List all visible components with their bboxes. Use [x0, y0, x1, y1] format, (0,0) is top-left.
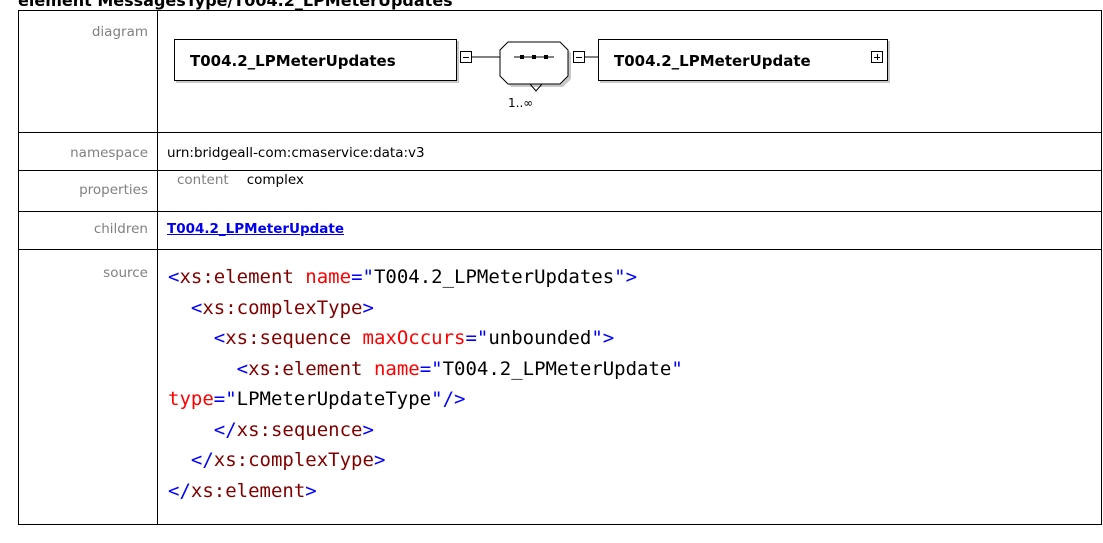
- row-source: source <xs:element name="T004.2_LPMeterU…: [18, 249, 1102, 525]
- element-box-label: T004.2_LPMeterUpdates: [190, 52, 396, 70]
- child-link-lpmeterupdate[interactable]: T004.2_LPMeterUpdate: [167, 221, 344, 237]
- element-box-lpmeterupdates[interactable]: T004.2_LPMeterUpdates: [174, 39, 457, 81]
- code-token: T004.2_LPMeterUpdate: [442, 357, 672, 380]
- child-box-label: T004.2_LPMeterUpdate: [614, 52, 811, 70]
- element-box-lpmeterupdate[interactable]: T004.2_LPMeterUpdate: [598, 39, 888, 81]
- code-token: =": [419, 357, 443, 380]
- code-token: <: [236, 357, 249, 380]
- source-label-cell: source: [18, 249, 158, 525]
- code-token: xs:element: [190, 479, 306, 502]
- code-token: type: [168, 388, 214, 410]
- code-token: LPMeterUpdateType: [236, 388, 432, 410]
- namespace-cell: urn:bridgeall-com:cmaservice:data:v3: [157, 132, 1102, 171]
- code-token: =": [351, 266, 374, 288]
- code-token: >: [362, 418, 374, 441]
- element-doc-table: diagram T004.2_LPMeterUpdates T004.2_LPM…: [18, 10, 1102, 525]
- property-key: content: [177, 172, 229, 188]
- code-token: >: [362, 296, 374, 319]
- collapse-icon[interactable]: [460, 51, 472, 63]
- code-token: </: [168, 479, 191, 502]
- code-token: <: [168, 266, 180, 288]
- expand-icon[interactable]: [871, 51, 883, 63]
- code-token: xs:complexType: [202, 296, 363, 319]
- code-token: xs:sequence: [236, 418, 363, 441]
- code-token: xs:element: [179, 266, 294, 288]
- code-token: >: [305, 479, 317, 502]
- code-token: xs:sequence: [225, 327, 352, 349]
- code-token: name: [305, 266, 352, 288]
- code-token: "/>: [431, 388, 466, 410]
- code-token: name: [373, 357, 420, 380]
- namespace-value: urn:bridgeall-com:cmaservice:data:v3: [167, 145, 425, 161]
- children-cell: T004.2_LPMeterUpdate: [157, 211, 1102, 250]
- code-token: =": [213, 388, 237, 410]
- source-label: source: [103, 265, 148, 281]
- collapse-icon[interactable]: [573, 51, 585, 63]
- code-token: <: [190, 296, 203, 319]
- namespace-label-cell: namespace: [18, 132, 158, 171]
- code-token: ">: [591, 327, 615, 349]
- sequence-compositor-icon: [499, 41, 569, 85]
- children-label-cell: children: [18, 211, 158, 250]
- code-token: unbounded: [488, 327, 592, 349]
- code-token: xs:complexType: [213, 449, 374, 471]
- properties-label-cell: properties: [18, 170, 158, 212]
- row-properties: properties content complex: [18, 170, 1102, 212]
- diagram-cell: T004.2_LPMeterUpdates T004.2_LPMeterUpda…: [157, 10, 1102, 133]
- property-line: content complex: [167, 171, 1101, 188]
- source-cell: <xs:element name="T004.2_LPMeterUpdates"…: [157, 249, 1102, 525]
- code-token: <: [213, 327, 226, 349]
- schema-diagram: T004.2_LPMeterUpdates T004.2_LPMeterUpda…: [158, 11, 1058, 131]
- namespace-label: namespace: [70, 145, 148, 161]
- row-namespace: namespace urn:bridgeall-com:cmaservice:d…: [18, 132, 1102, 171]
- diagram-label-cell: diagram: [18, 10, 158, 133]
- code-token: ": [671, 357, 683, 380]
- source-code: <xs:element name="T004.2_LPMeterUpdates"…: [168, 250, 1101, 506]
- code-token: ">: [614, 266, 638, 288]
- code-token: xs:element: [248, 357, 363, 380]
- row-children: children T004.2_LPMeterUpdate: [18, 211, 1102, 250]
- row-diagram: diagram T004.2_LPMeterUpdates T004.2_LPM…: [18, 10, 1102, 133]
- occurrence-label: 1..∞: [508, 96, 534, 110]
- property-value: complex: [246, 172, 304, 188]
- code-token: =": [465, 327, 489, 349]
- properties-label: properties: [79, 182, 148, 198]
- children-label: children: [93, 221, 148, 237]
- code-token: </: [190, 449, 214, 471]
- code-token: maxOccurs: [362, 327, 466, 349]
- code-token: </: [213, 418, 237, 441]
- code-token: T004.2_LPMeterUpdates: [373, 266, 615, 288]
- diagram-label: diagram: [91, 24, 148, 40]
- code-token: >: [373, 449, 386, 471]
- properties-cell: content complex: [157, 170, 1102, 212]
